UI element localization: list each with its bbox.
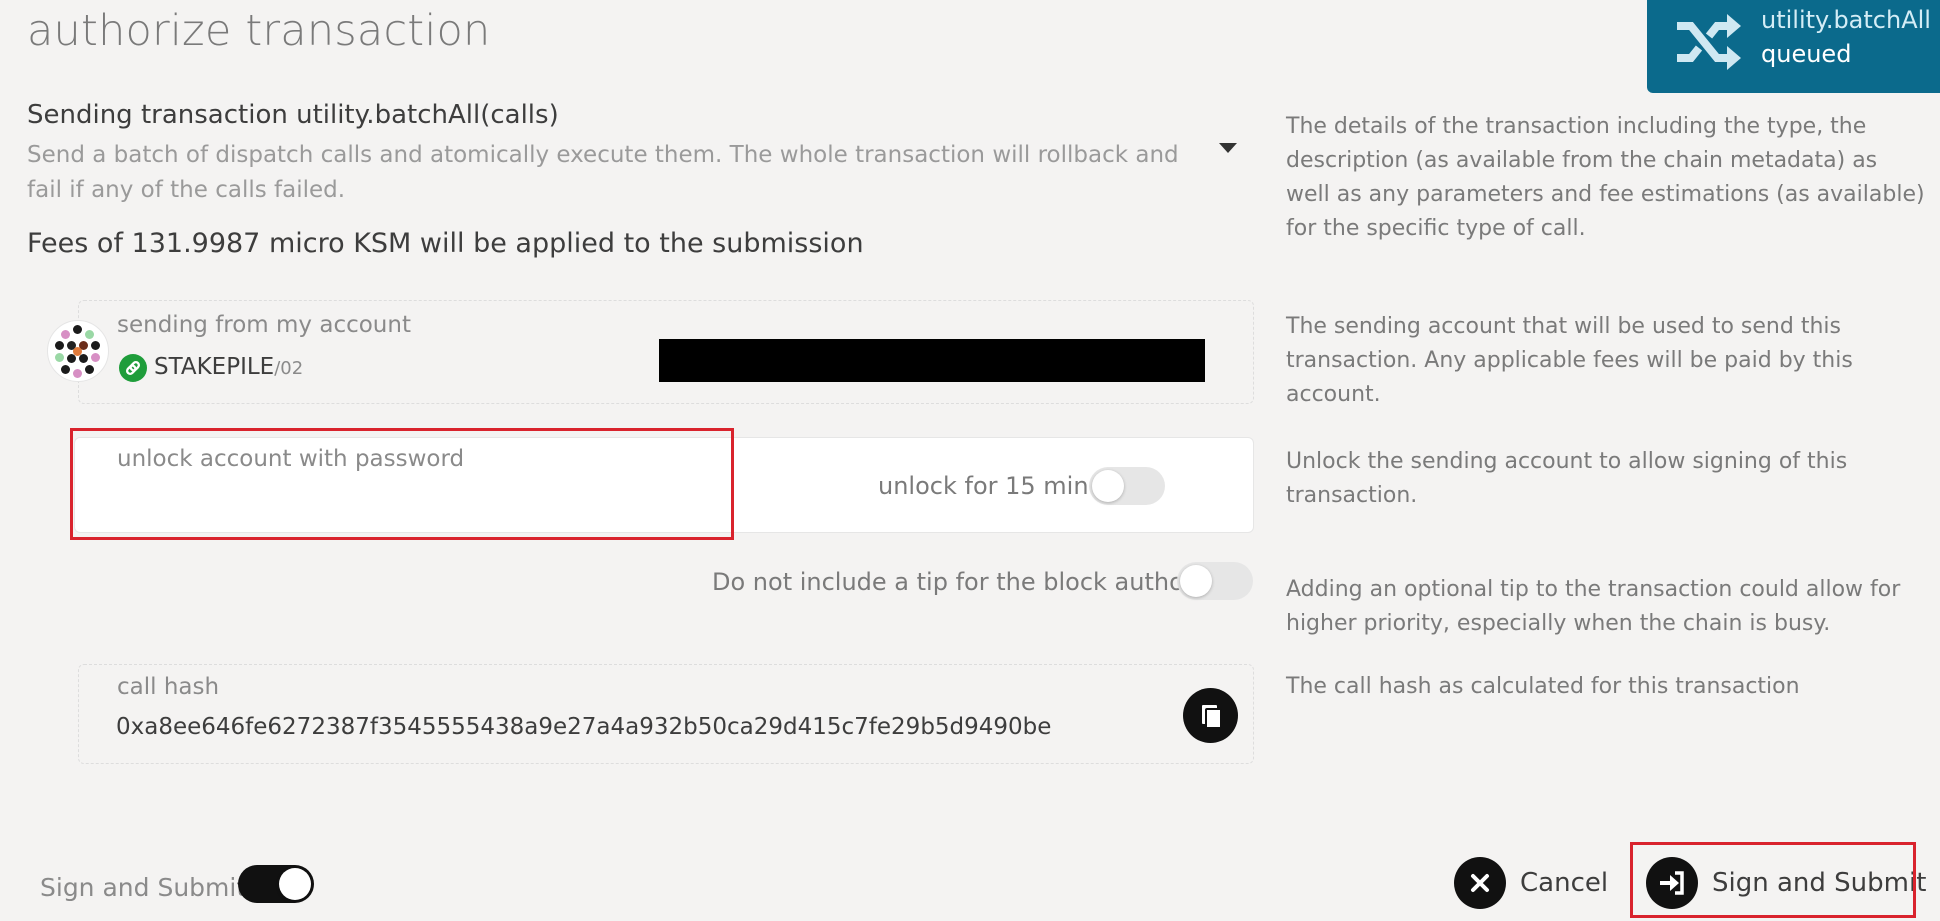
password-highlight bbox=[70, 428, 734, 540]
unlock-help: Unlock the sending account to allow sign… bbox=[1286, 449, 1848, 508]
fees-text: Fees of 131.9987 micro KSM will be appli… bbox=[27, 228, 864, 259]
tip-label: Do not include a tip for the block autho… bbox=[712, 568, 1194, 596]
cancel-button[interactable]: Cancel bbox=[1454, 857, 1608, 909]
copy-button[interactable] bbox=[1183, 688, 1238, 743]
account-label: sending from my account bbox=[117, 312, 411, 338]
unlock-duration-toggle[interactable] bbox=[1089, 467, 1165, 505]
account-suffix: /02 bbox=[274, 358, 304, 379]
transaction-description: Send a batch of dispatch calls and atomi… bbox=[27, 142, 1179, 203]
account-avatar bbox=[47, 320, 109, 382]
call-hash-label: call hash bbox=[117, 674, 220, 700]
call-hash-value: 0xa8ee646fe6272387f3545555438a9e27a4a932… bbox=[116, 714, 1052, 740]
copy-icon bbox=[1202, 705, 1222, 729]
transaction-help: The details of the transaction including… bbox=[1286, 114, 1925, 241]
queue-status: queued bbox=[1761, 40, 1852, 68]
link-icon bbox=[119, 354, 147, 382]
queue-method: utility.batchAll bbox=[1761, 6, 1931, 34]
call-hash-help: The call hash as calculated for this tra… bbox=[1286, 674, 1800, 699]
queue-status-badge: utility.batchAll queued bbox=[1647, 0, 1940, 93]
sign-toggle-label: Sign and Submit bbox=[40, 873, 247, 902]
page-title: authorize transaction bbox=[27, 6, 491, 56]
account-help: The sending account that will be used to… bbox=[1286, 314, 1853, 407]
tip-help: Adding an optional tip to the transactio… bbox=[1286, 577, 1901, 636]
close-icon bbox=[1454, 857, 1506, 909]
tip-toggle[interactable] bbox=[1177, 562, 1253, 600]
unlock-duration-label: unlock for 15 min bbox=[878, 472, 1089, 500]
sign-and-submit-toggle[interactable] bbox=[238, 865, 314, 903]
redacted-address bbox=[659, 339, 1205, 382]
shuffle-icon bbox=[1677, 14, 1741, 70]
chevron-down-icon[interactable] bbox=[1219, 143, 1237, 153]
transaction-title: Sending transaction utility.batchAll(cal… bbox=[27, 100, 559, 130]
account-name: STAKEPILE/02 bbox=[154, 354, 304, 380]
submit-highlight bbox=[1630, 842, 1916, 918]
cancel-label: Cancel bbox=[1520, 868, 1609, 898]
